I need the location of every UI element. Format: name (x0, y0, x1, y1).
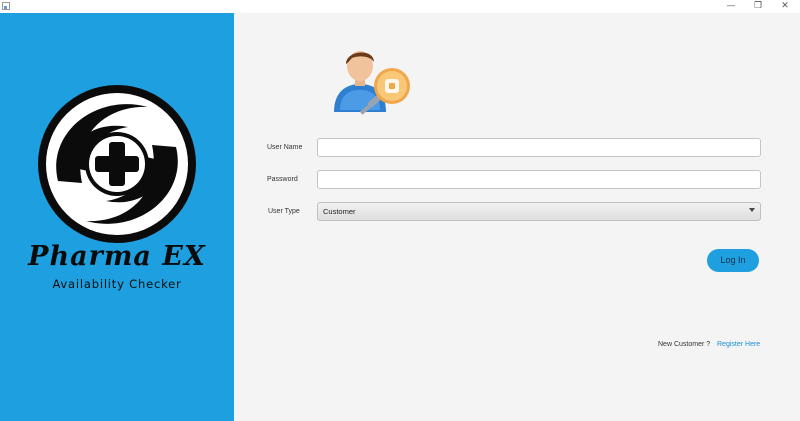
password-field[interactable] (317, 170, 761, 189)
new-customer-text: New Customer ? (658, 341, 711, 348)
usertype-selected-value: Customer (323, 207, 356, 216)
username-label: User Name (267, 144, 303, 151)
brand-title: Pharma EX (28, 241, 206, 272)
title-bar: — ❐ ✕ (0, 0, 800, 13)
user-key-icon (334, 51, 410, 115)
minimize-button[interactable]: — (718, 0, 744, 13)
brand-panel: Pharma EX Availability Checker (0, 13, 234, 421)
pharmacy-cross-logo (38, 85, 196, 243)
login-button[interactable]: Log In (707, 249, 759, 272)
register-link[interactable]: Register Here (717, 340, 760, 350)
close-button[interactable]: ✕ (772, 0, 798, 13)
brand-subtitle: Availability Checker (52, 277, 182, 291)
chevron-down-icon (749, 208, 755, 212)
username-field[interactable] (317, 138, 761, 157)
password-label: Password (267, 176, 298, 183)
usertype-label: User Type (268, 208, 300, 215)
usertype-select[interactable]: Customer (317, 202, 761, 221)
app-icon (2, 2, 10, 10)
maximize-button[interactable]: ❐ (745, 0, 771, 13)
login-window: — ❐ ✕ Pharma EX Availability Checker Use… (0, 0, 800, 421)
